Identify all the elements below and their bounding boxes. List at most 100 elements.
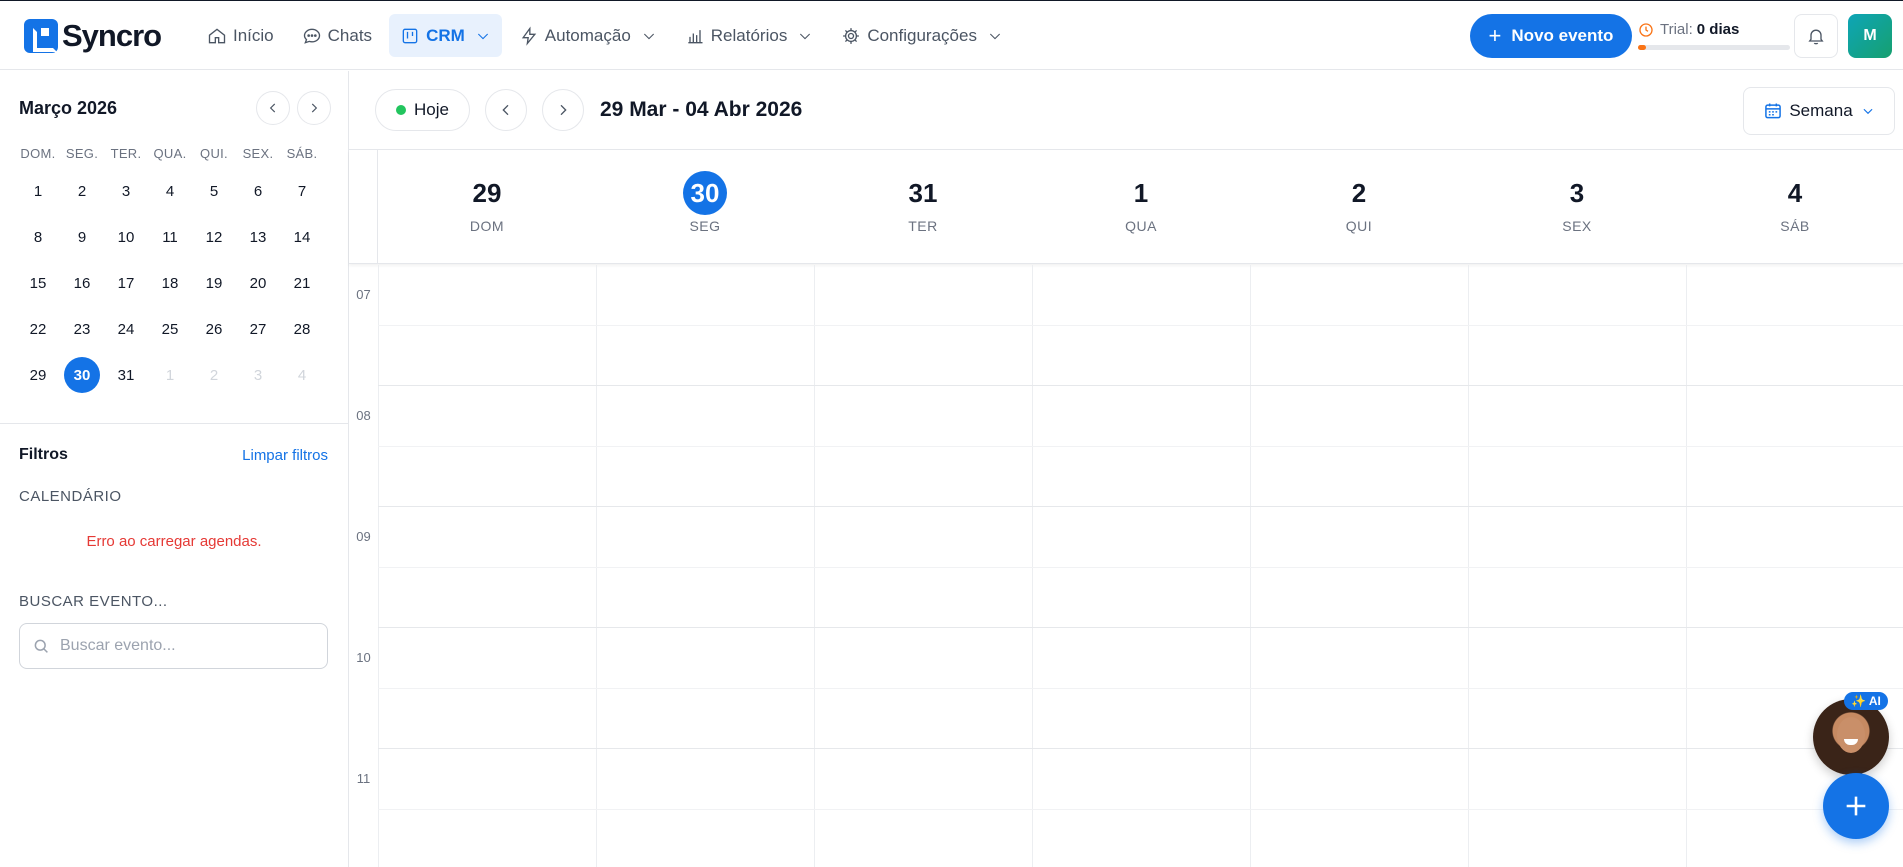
- mini-calendar-days: 1 2 3 4 5 6 7 8 9 10 11 12 13 14 15 16 17 18 19 20 21 22 23 24 2…: [16, 168, 328, 398]
- mini-calendar-day-number: 8: [33, 228, 43, 246]
- mini-calendar-day-number: 31: [117, 366, 135, 384]
- chevron-down-icon: [643, 33, 654, 39]
- view-select-label: Semana: [1789, 101, 1853, 120]
- trial-progress-bar: [1638, 45, 1790, 50]
- trial-value: 0 dias: [1696, 21, 1740, 38]
- day-number: 31: [908, 177, 938, 208]
- nav-item-label: CRM: [426, 25, 465, 45]
- mini-calendar-next-button[interactable]: [297, 91, 331, 125]
- mini-calendar-day[interactable]: 27: [236, 311, 280, 347]
- mini-calendar-day[interactable]: 18: [148, 265, 192, 301]
- view-select[interactable]: Semana: [1743, 87, 1895, 135]
- nav-item-chats[interactable]: Chats: [291, 14, 383, 57]
- search-event-input[interactable]: [60, 637, 310, 655]
- mini-calendar-day[interactable]: 14: [280, 219, 324, 255]
- mini-calendar-day[interactable]: 4: [148, 173, 192, 209]
- mini-calendar-day-number: 1: [33, 182, 43, 200]
- time-gutter-header: [349, 150, 378, 264]
- mini-calendar-day[interactable]: 19: [192, 265, 236, 301]
- hour-label: 10: [356, 650, 371, 665]
- clear-filters-link[interactable]: Limpar filtros: [242, 447, 328, 464]
- mini-calendar-day-number: 13: [249, 228, 267, 246]
- mini-calendar-day-number: 19: [205, 274, 223, 292]
- nav-item-relatorios[interactable]: Relatórios: [674, 14, 825, 57]
- day-header-sáb[interactable]: 4 SÁB: [1686, 150, 1903, 264]
- home-icon: [208, 27, 226, 43]
- mini-calendar-day[interactable]: 8: [16, 219, 60, 255]
- day-header-ter[interactable]: 31 TER: [814, 150, 1032, 264]
- mini-calendar-day[interactable]: 12: [192, 219, 236, 255]
- brand-logo[interactable]: Syncro: [24, 18, 162, 54]
- mini-calendar-day[interactable]: 25: [148, 311, 192, 347]
- user-avatar[interactable]: M: [1848, 14, 1892, 58]
- hour-line: [378, 385, 1903, 386]
- notifications-button[interactable]: [1794, 14, 1838, 58]
- mini-calendar-day[interactable]: 13: [236, 219, 280, 255]
- mini-calendar-day[interactable]: 5: [192, 173, 236, 209]
- mini-calendar-day[interactable]: 17: [104, 265, 148, 301]
- mini-calendar-weekday: SEG.: [65, 146, 99, 161]
- nav-item-configuracoes[interactable]: Configurações: [830, 14, 1014, 57]
- mini-calendar-day-number: 12: [205, 228, 223, 246]
- mini-calendar-day[interactable]: 9: [60, 219, 104, 255]
- mini-calendar-day[interactable]: 3: [236, 357, 280, 393]
- trial-indicator[interactable]: Trial: 0 dias: [1638, 21, 1790, 50]
- mini-calendar-day[interactable]: 16: [60, 265, 104, 301]
- mini-calendar-week: 29 30 31 1 2 3 4: [16, 352, 328, 398]
- mini-calendar-day[interactable]: 4: [280, 357, 324, 393]
- mini-calendar-day[interactable]: 1: [16, 173, 60, 209]
- mini-calendar-day[interactable]: 20: [236, 265, 280, 301]
- prev-week-button[interactable]: [485, 89, 527, 131]
- mini-calendar-day-number: 15: [29, 274, 47, 292]
- grid-column-divider: [596, 265, 597, 867]
- mini-calendar-day[interactable]: 2: [60, 173, 104, 209]
- mini-calendar-day-number: 1: [165, 366, 175, 384]
- mini-calendar-day-number: 3: [253, 366, 263, 384]
- nav-item-crm[interactable]: CRM: [389, 14, 502, 57]
- mini-calendar-week: 1 2 3 4 5 6 7: [16, 168, 328, 214]
- week-time-grid[interactable]: 07 08 09 10 11: [349, 265, 1903, 867]
- mini-calendar-day[interactable]: 15: [16, 265, 60, 301]
- calendar-icon: [1765, 103, 1782, 119]
- mini-calendar-day[interactable]: 23: [60, 311, 104, 347]
- mini-calendar-day[interactable]: 24: [104, 311, 148, 347]
- new-event-button[interactable]: + Novo evento: [1470, 14, 1632, 58]
- mini-calendar-day-number: 28: [293, 320, 311, 338]
- mini-calendar-day[interactable]: 21: [280, 265, 324, 301]
- ai-assistant-button[interactable]: [1813, 699, 1889, 775]
- nav-item-inicio[interactable]: Início: [196, 14, 285, 57]
- day-header-qua[interactable]: 1 QUA: [1032, 150, 1250, 264]
- mini-calendar-day[interactable]: 2: [192, 357, 236, 393]
- mini-calendar-day[interactable]: 3: [104, 173, 148, 209]
- chevron-down-icon: [1863, 108, 1873, 115]
- mini-calendar-day[interactable]: 10: [104, 219, 148, 255]
- day-header-sex[interactable]: 3 SEX: [1468, 150, 1686, 264]
- mini-calendar-day[interactable]: 31: [104, 357, 148, 393]
- add-floating-button[interactable]: [1823, 773, 1889, 839]
- mini-calendar-day[interactable]: 7: [280, 173, 324, 209]
- hour-label: 09: [356, 529, 371, 544]
- calendar-toolbar: Hoje 29 Mar - 04 Abr 2026 Semana: [349, 71, 1903, 150]
- mini-calendar-day[interactable]: 11: [148, 219, 192, 255]
- nav-item-label: Configurações: [867, 25, 977, 45]
- today-button[interactable]: Hoje: [375, 89, 470, 131]
- day-header-seg[interactable]: 30 SEG: [596, 150, 814, 264]
- mini-calendar-prev-button[interactable]: [256, 91, 290, 125]
- mini-calendar-day[interactable]: 26: [192, 311, 236, 347]
- nav-item-automacao[interactable]: Automação: [508, 14, 668, 57]
- grid-column-divider: [1468, 265, 1469, 867]
- mini-calendar-day-selected[interactable]: 30: [60, 357, 104, 393]
- day-header-dom[interactable]: 29 DOM: [378, 150, 596, 264]
- mini-calendar-day[interactable]: 1: [148, 357, 192, 393]
- mini-calendar: DOM. SEG. TER. QUA. QUI. SEX. SÁB. 1 2 3 4 5 6 7 8 9 10…: [16, 146, 328, 398]
- mini-calendar-day[interactable]: 22: [16, 311, 60, 347]
- chevron-left-icon: [502, 104, 509, 116]
- mini-calendar-day-number: 7: [297, 182, 307, 200]
- mini-calendar-day[interactable]: 29: [16, 357, 60, 393]
- mini-calendar-day-number: 9: [77, 228, 87, 246]
- mini-calendar-day[interactable]: 28: [280, 311, 324, 347]
- mini-calendar-day-number: 2: [77, 182, 87, 200]
- mini-calendar-day[interactable]: 6: [236, 173, 280, 209]
- next-week-button[interactable]: [542, 89, 584, 131]
- day-header-qui[interactable]: 2 QUI: [1250, 150, 1468, 264]
